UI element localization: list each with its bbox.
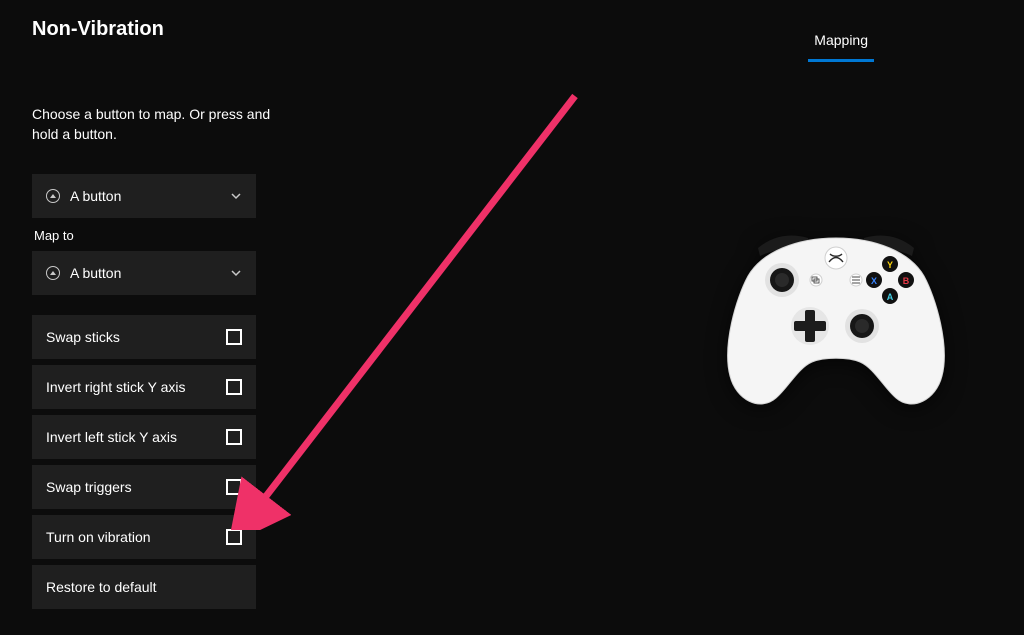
arrow-annotation <box>230 90 590 530</box>
tab-mapping[interactable]: Mapping <box>808 24 874 58</box>
restore-default-button[interactable]: Restore to default <box>32 565 256 609</box>
svg-text:B: B <box>903 276 910 286</box>
option-label: Swap triggers <box>46 479 132 495</box>
map-to-label: Map to <box>34 228 256 243</box>
left-panel: A button Map to A button Swap sticks Inv… <box>32 174 256 615</box>
svg-text:X: X <box>871 276 877 286</box>
checkbox[interactable] <box>226 479 242 495</box>
option-label: Invert left stick Y axis <box>46 429 177 445</box>
svg-text:A: A <box>887 292 894 302</box>
chevron-down-icon <box>230 190 242 202</box>
page-title: Non-Vibration <box>32 18 164 41</box>
checkbox[interactable] <box>226 429 242 445</box>
controller-image: A B X Y <box>720 216 952 416</box>
source-button-label: A button <box>70 188 121 204</box>
option-label: Swap sticks <box>46 329 120 345</box>
option-turn-on-vibration[interactable]: Turn on vibration <box>32 515 256 559</box>
svg-text:Y: Y <box>887 260 893 270</box>
option-invert-left-stick-y[interactable]: Invert left stick Y axis <box>32 415 256 459</box>
option-swap-triggers[interactable]: Swap triggers <box>32 465 256 509</box>
option-swap-sticks[interactable]: Swap sticks <box>32 315 256 359</box>
checkbox[interactable] <box>226 529 242 545</box>
a-button-icon <box>46 266 60 280</box>
option-label: Invert right stick Y axis <box>46 379 186 395</box>
option-invert-right-stick-y[interactable]: Invert right stick Y axis <box>32 365 256 409</box>
checkbox[interactable] <box>226 379 242 395</box>
chevron-down-icon <box>230 267 242 279</box>
target-button-dropdown[interactable]: A button <box>32 251 256 295</box>
instruction-text: Choose a button to map. Or press and hol… <box>32 104 272 145</box>
option-label: Turn on vibration <box>46 529 151 545</box>
checkbox[interactable] <box>226 329 242 345</box>
a-button-icon <box>46 189 60 203</box>
tab-bar: Mapping <box>808 24 874 58</box>
target-button-label: A button <box>70 265 121 281</box>
source-button-dropdown[interactable]: A button <box>32 174 256 218</box>
